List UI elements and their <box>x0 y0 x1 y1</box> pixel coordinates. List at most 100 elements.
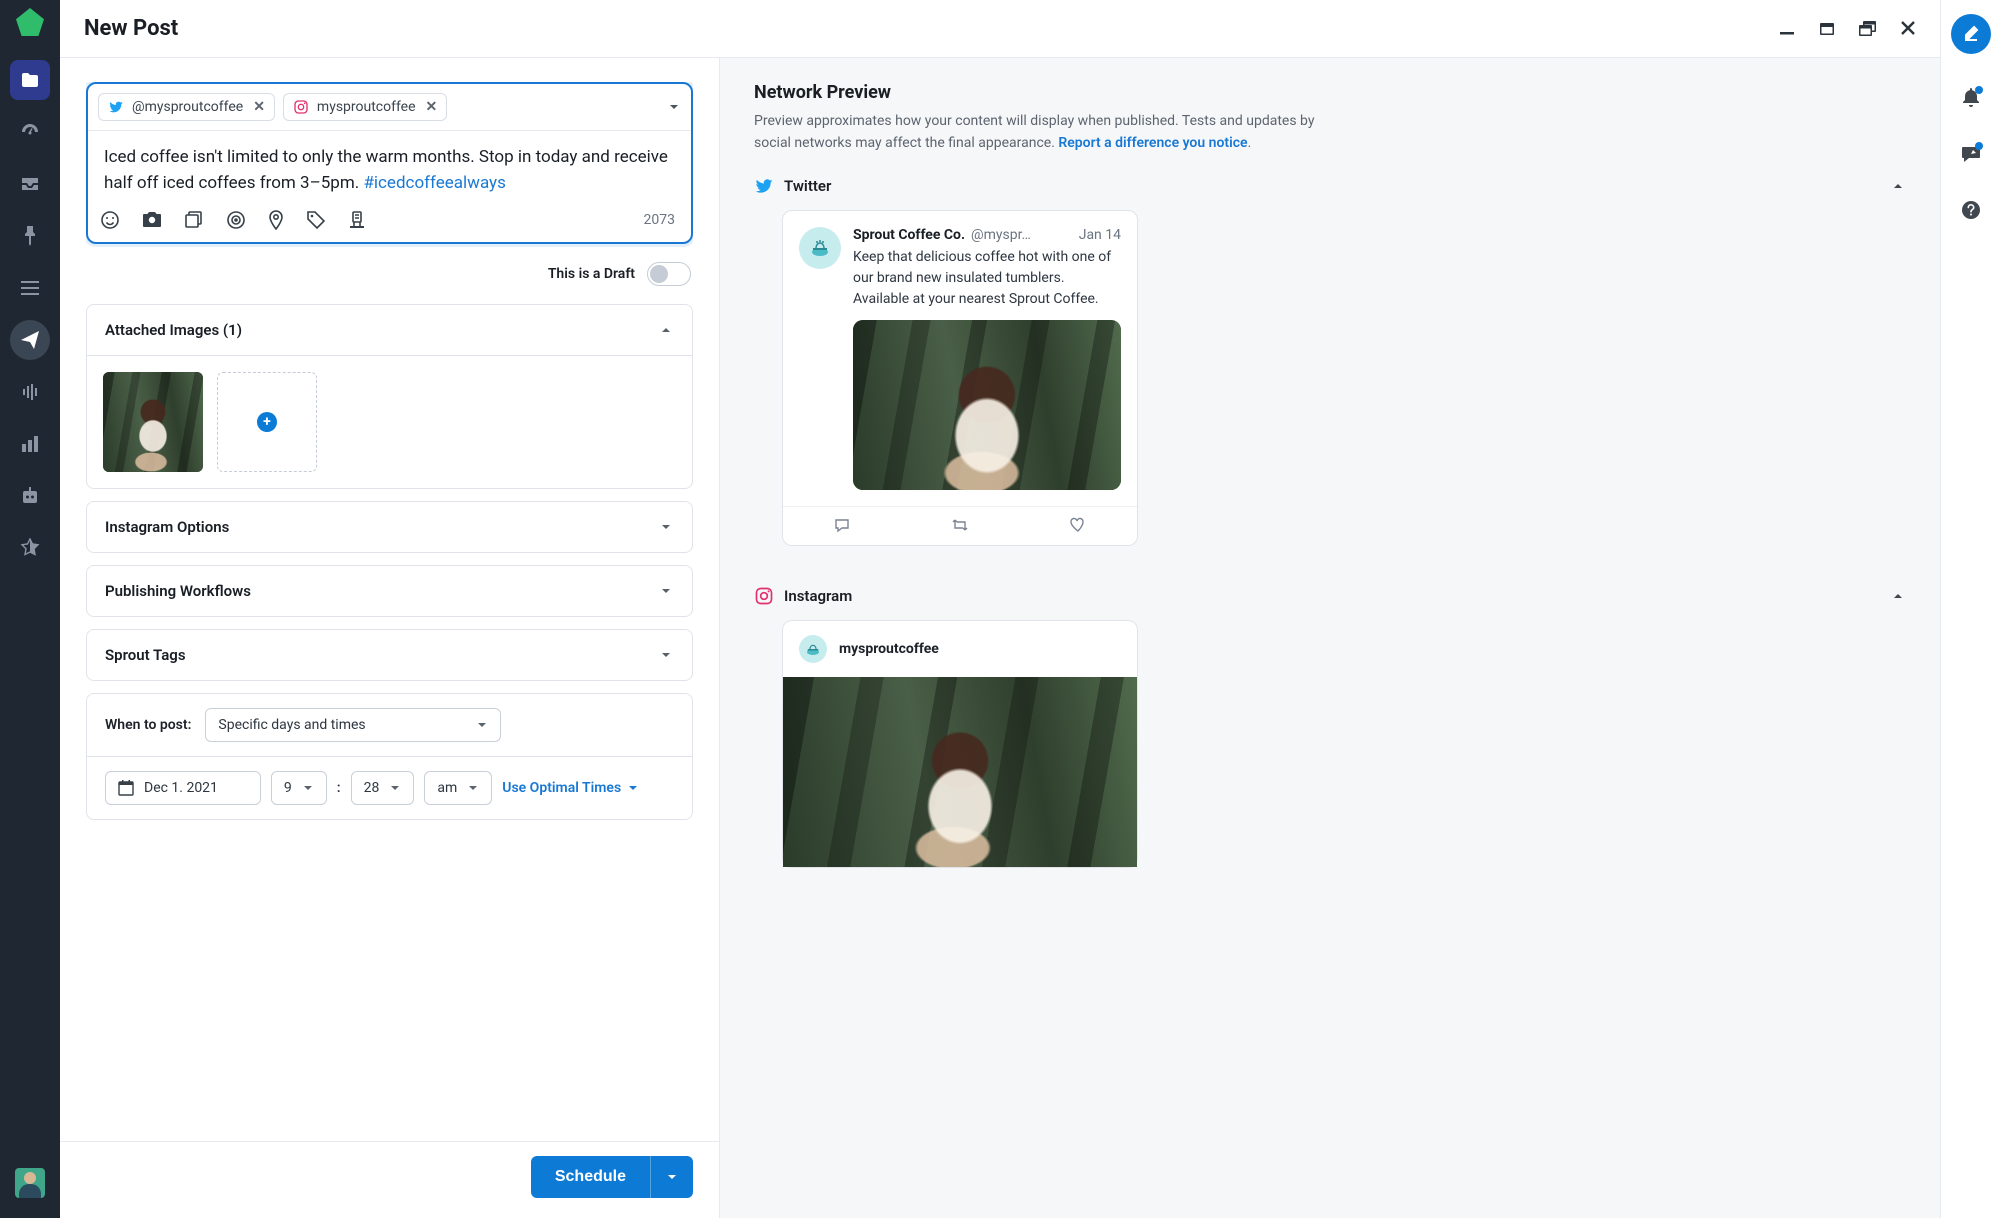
location-icon[interactable] <box>268 210 284 230</box>
nav-reports-icon[interactable] <box>10 424 50 464</box>
instagram-icon <box>754 586 774 606</box>
profile-dropdown-icon[interactable] <box>667 100 681 114</box>
instagram-options-section: Instagram Options <box>86 501 693 553</box>
profile-chip-handle: @mysproutcoffee <box>132 99 243 115</box>
draft-toggle[interactable] <box>647 262 691 286</box>
hour-select[interactable]: 9 <box>271 771 327 805</box>
approval-icon[interactable] <box>348 210 366 230</box>
instagram-username: mysproutcoffee <box>839 641 939 657</box>
notification-dot <box>1975 86 1983 94</box>
when-to-post-label: When to post: <box>105 717 191 733</box>
nav-feeds-icon[interactable] <box>10 268 50 308</box>
camera-icon[interactable] <box>142 211 162 229</box>
page-title: New Post <box>84 16 178 41</box>
optimal-times-link[interactable]: Use Optimal Times <box>502 780 639 796</box>
twitter-icon <box>108 99 124 115</box>
minimize-icon[interactable] <box>1778 20 1796 38</box>
topbar: New Post <box>60 0 1940 58</box>
preview-title: Network Preview <box>754 82 1906 103</box>
compose-column: @mysproutcoffee ✕ mysproutcoffee ✕ Iced … <box>60 58 720 1218</box>
window-icon[interactable] <box>1818 20 1836 38</box>
when-mode-select[interactable]: Specific days and times <box>205 708 500 742</box>
time-colon: : <box>337 780 341 796</box>
sprout-tags-header[interactable]: Sprout Tags <box>87 630 692 680</box>
remove-profile-icon[interactable]: ✕ <box>426 99 438 115</box>
nav-listening-icon[interactable] <box>10 372 50 412</box>
tasks-icon[interactable] <box>1951 134 1991 174</box>
emoji-icon[interactable] <box>100 210 120 230</box>
instagram-preview-heading: Instagram <box>754 586 1906 606</box>
nav-pin-icon[interactable] <box>10 216 50 256</box>
close-icon[interactable] <box>1900 20 1916 38</box>
profile-chip-handle: mysproutcoffee <box>317 99 416 115</box>
account-avatar <box>799 635 827 663</box>
ampm-select[interactable]: am <box>424 771 492 805</box>
calendar-icon <box>118 780 134 796</box>
schedule-dropdown-button[interactable] <box>650 1156 693 1198</box>
schedule-button[interactable]: Schedule <box>531 1156 650 1198</box>
instagram-media <box>783 677 1137 867</box>
help-icon[interactable] <box>1951 190 1991 230</box>
chevron-down-icon <box>658 647 674 663</box>
plus-icon: + <box>257 412 277 432</box>
draft-label: This is a Draft <box>548 266 635 282</box>
nav-inbox-icon[interactable] <box>10 164 50 204</box>
preview-column: Network Preview Preview approximates how… <box>720 58 1940 1218</box>
retweet-icon[interactable] <box>950 517 970 535</box>
attached-images-header[interactable]: Attached Images (1) <box>87 305 692 355</box>
like-icon[interactable] <box>1069 517 1087 535</box>
tweet-text: Keep that delicious coffee hot with one … <box>853 247 1121 310</box>
reply-icon[interactable] <box>833 517 851 535</box>
instagram-icon <box>293 99 309 115</box>
twitter-icon <box>754 176 774 196</box>
publishing-workflows-section: Publishing Workflows <box>86 565 693 617</box>
chevron-down-icon <box>476 719 488 731</box>
account-handle: @myspr… <box>971 227 1031 243</box>
right-icon-rail <box>1940 0 2000 1218</box>
instagram-options-header[interactable]: Instagram Options <box>87 502 692 552</box>
chevron-up-icon[interactable] <box>1890 178 1906 194</box>
char-count: 2073 <box>644 212 675 228</box>
nav-dashboard-icon[interactable] <box>10 112 50 152</box>
minute-select[interactable]: 28 <box>351 771 415 805</box>
user-avatar[interactable] <box>15 1168 45 1198</box>
compose-text-input[interactable]: Iced coffee isn't limited to only the wa… <box>88 131 691 204</box>
tweet-actions <box>783 506 1137 545</box>
preview-description: Preview approximates how your content wi… <box>754 111 1354 154</box>
profile-chip-twitter[interactable]: @mysproutcoffee ✕ <box>98 93 275 121</box>
date-picker[interactable]: Dec 1. 2021 <box>105 771 261 805</box>
notifications-icon[interactable] <box>1951 78 1991 118</box>
chevron-up-icon[interactable] <box>1890 588 1906 604</box>
compose-fab[interactable] <box>1951 14 1991 54</box>
chevron-down-icon <box>658 519 674 535</box>
tweet-date: Jan 14 <box>1079 227 1121 243</box>
target-icon[interactable] <box>226 210 246 230</box>
notification-dot <box>1975 142 1983 150</box>
twitter-preview-card: Sprout Coffee Co. @myspr… Jan 14 Keep th… <box>782 210 1138 546</box>
sprout-tags-section: Sprout Tags <box>86 629 693 681</box>
gallery-icon[interactable] <box>184 210 204 230</box>
profile-selector-row[interactable]: @mysproutcoffee ✕ mysproutcoffee ✕ <box>88 84 691 131</box>
when-to-post-section: When to post: Specific days and times De… <box>86 693 693 820</box>
left-nav-rail <box>0 0 60 1218</box>
nav-compose-icon[interactable] <box>10 320 50 360</box>
attached-image-thumb[interactable] <box>103 372 203 472</box>
app-logo <box>16 8 44 36</box>
nav-reviews-icon[interactable] <box>10 528 50 568</box>
compose-toolbar: 2073 <box>88 204 691 242</box>
remove-profile-icon[interactable]: ✕ <box>253 99 265 115</box>
add-image-button[interactable]: + <box>217 372 317 472</box>
nav-bot-icon[interactable] <box>10 476 50 516</box>
tweet-media <box>853 320 1121 490</box>
account-name: Sprout Coffee Co. <box>853 227 965 243</box>
account-avatar <box>799 227 841 269</box>
chevron-up-icon <box>658 322 674 338</box>
instagram-preview-card: mysproutcoffee <box>782 620 1138 868</box>
restore-icon[interactable] <box>1858 20 1878 38</box>
tag-icon[interactable] <box>306 210 326 230</box>
nav-publishing-icon[interactable] <box>10 60 50 100</box>
composer-box: @mysproutcoffee ✕ mysproutcoffee ✕ Iced … <box>86 82 693 244</box>
publishing-workflows-header[interactable]: Publishing Workflows <box>87 566 692 616</box>
report-difference-link[interactable]: Report a difference you notice <box>1058 135 1247 151</box>
profile-chip-instagram[interactable]: mysproutcoffee ✕ <box>283 93 447 121</box>
